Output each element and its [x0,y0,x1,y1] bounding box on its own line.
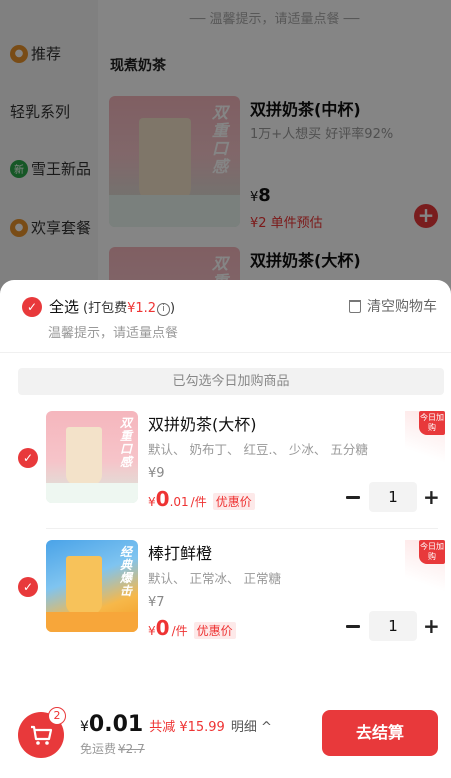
shipping-original-fee: ¥2.7 [118,742,145,756]
total-symbol: ¥ [80,719,89,735]
product-thumbnail[interactable]: 双重口感 [46,411,138,503]
item-name: 双拼奶茶(大杯) [148,415,257,434]
price-integer: 0 [155,616,170,640]
thumbnail-bottom [46,483,138,503]
order-total: ¥ 0.01 共减 ¥15.99 明细 ^ [80,712,272,737]
total-amount: 0.01 [88,712,144,737]
item-checkbox[interactable]: ✓ [18,448,38,468]
cart-item: ✓ 双重口感 双拼奶茶(大杯) 默认、 奶布丁、 红豆.、 少冰、 五分糖 ¥9… [0,411,451,531]
quantity-stepper: 1 + [346,482,440,512]
clear-cart-label: 清空购物车 [367,299,437,315]
packing-fee-suffix: ) [170,301,176,316]
select-all[interactable]: ✓ 全选 (打包费¥1.2 i) [22,296,175,317]
info-icon[interactable]: i [157,303,171,316]
item-price: ¥0/件 优惠价 [148,616,236,640]
price-unit: /件 [190,495,207,509]
item-divider [46,528,438,529]
item-original-price: ¥7 [148,595,165,610]
checkout-button[interactable]: 去结算 [322,710,438,756]
price-symbol: ¥ [148,624,156,638]
orange-drink-cup-image [66,556,102,614]
shopping-bag-icon [31,725,53,745]
packing-fee-value: ¥1.2 [127,301,157,316]
today-addon-tag: 今日加购 [419,540,445,564]
increase-button[interactable]: + [423,485,440,509]
milk-tea-cup-image [66,427,102,485]
item-name: 棒打鲜橙 [148,544,213,563]
quantity-stepper: 1 + [346,611,440,641]
product-thumbnail[interactable]: 经典爆击 [46,540,138,632]
increase-button[interactable]: + [423,614,440,638]
deal-badge: 优惠价 [212,493,255,510]
shipping-label: 免运费 [80,742,117,756]
quantity-value[interactable]: 1 [369,482,417,512]
item-checkbox[interactable]: ✓ [18,577,38,597]
decrease-button[interactable] [346,624,360,628]
deal-badge: 优惠价 [193,622,236,639]
checkout-bar: 2 ¥ 0.01 共减 ¥15.99 明细 ^ 免运费 ¥2.7 去结算 [0,700,451,778]
thumbnail-text: 经典爆击 [120,545,133,598]
item-spec: 默认、 奶布丁、 红豆.、 少冰、 五分糖 [148,442,368,457]
trash-icon [349,299,361,313]
detail-toggle[interactable]: 明细 ^ [231,716,272,735]
cart-count-badge: 2 [48,707,66,725]
item-original-price: ¥9 [148,466,165,481]
item-spec: 默认、 正常冰、 正常糖 [148,571,281,586]
quantity-value[interactable]: 1 [369,611,417,641]
shipping-info: 免运费 ¥2.7 [80,740,145,757]
select-all-label: 全选 [49,298,80,316]
thumbnail-bottom [46,612,138,632]
packing-fee-prefix: (打包费 [83,301,128,316]
cart-item: ✓ 经典爆击 棒打鲜橙 默认、 正常冰、 正常糖 ¥7 ¥0/件 优惠价 今日加购… [0,540,451,660]
item-price: ¥0.01/件 优惠价 [148,487,255,511]
price-decimal: .01 [169,495,189,509]
total-savings: 共减 ¥15.99 [149,720,225,735]
clear-cart-button[interactable]: 清空购物车 [349,296,437,316]
thumbnail-text: 双重口感 [120,416,133,469]
packing-fee: (打包费¥1.2 i) [83,297,175,316]
divider [0,352,451,353]
checkmark-icon[interactable]: ✓ [22,296,42,317]
price-integer: 0 [155,487,170,511]
today-addon-banner: 已勾选今日加购商品 [18,368,444,395]
decrease-button[interactable] [346,495,360,499]
price-unit: /件 [171,624,188,638]
today-addon-tag: 今日加购 [419,411,445,435]
price-symbol: ¥ [148,495,156,509]
cart-tip: 温馨提示，请适量点餐 [48,326,179,341]
